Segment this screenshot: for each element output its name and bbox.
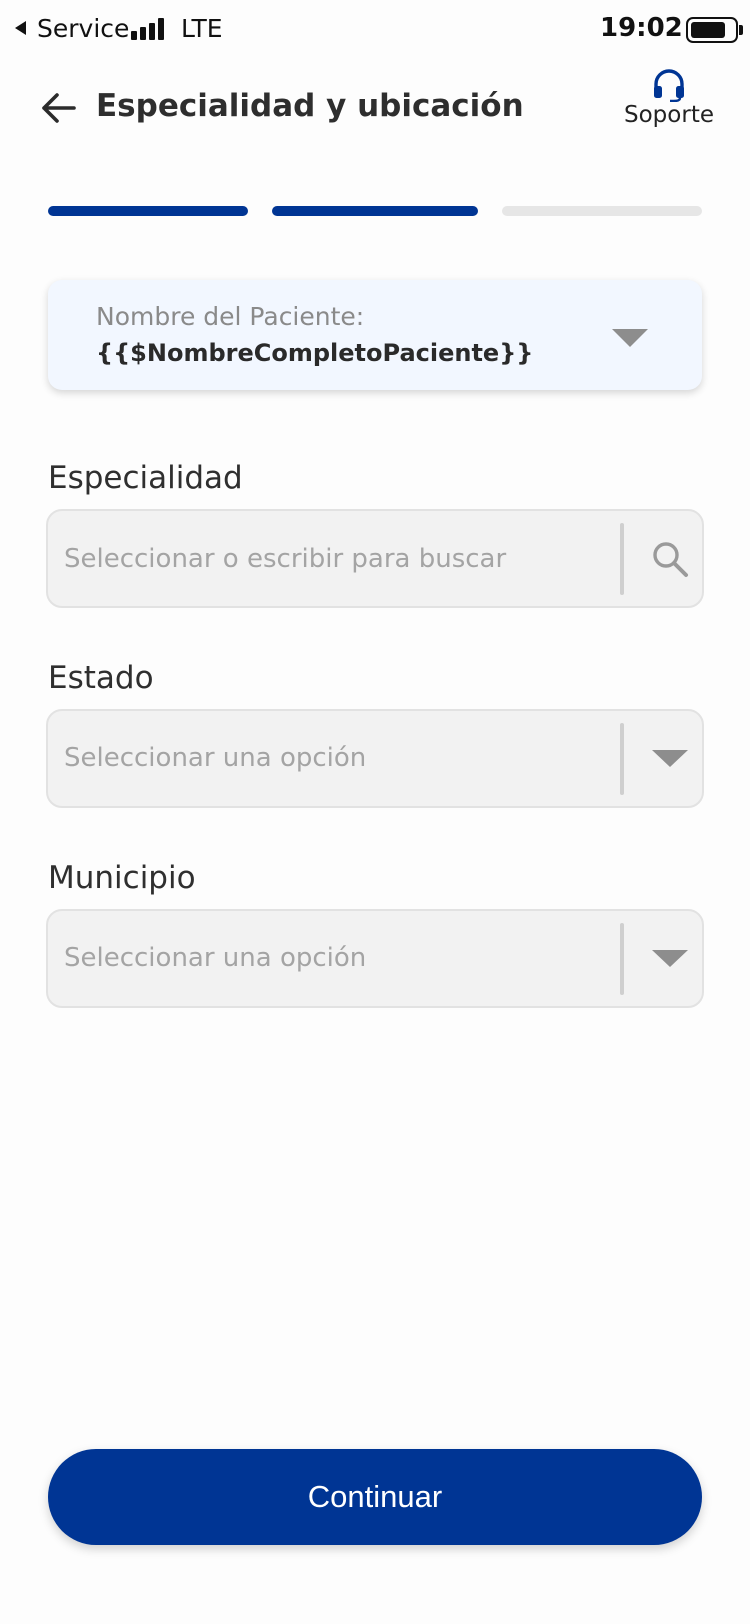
progress-step-1: [48, 206, 248, 216]
field-divider: [620, 523, 624, 595]
progress-step-2: [272, 206, 478, 216]
continue-label: Continuar: [307, 1479, 443, 1514]
estado-label: Estado: [48, 660, 154, 696]
progress-step-3: [502, 206, 702, 216]
patient-selector[interactable]: Nombre del Paciente: {{$NombreCompletoPa…: [48, 280, 702, 390]
headset-icon: [654, 69, 684, 102]
search-button[interactable]: [638, 511, 702, 606]
continue-button[interactable]: Continuar: [48, 1449, 702, 1545]
patient-name: {{$NombreCompletoPaciente}}: [96, 339, 534, 367]
estado-dropdown-toggle[interactable]: [638, 711, 702, 806]
support-label: Soporte: [624, 102, 714, 128]
page-title: Especialidad y ubicación: [96, 88, 524, 124]
support-button[interactable]: Soporte: [614, 68, 724, 136]
municipio-select[interactable]: Seleccionar una opción: [46, 909, 704, 1008]
municipio-value: Seleccionar una opción: [64, 943, 367, 973]
clock: 19:02: [600, 13, 683, 43]
municipio-dropdown-toggle[interactable]: [638, 911, 702, 1006]
search-icon: [653, 541, 688, 577]
network-type: LTE: [181, 14, 223, 43]
especialidad-field[interactable]: [46, 509, 704, 608]
arrow-left-icon: [42, 93, 76, 123]
chevron-down-icon: [612, 329, 648, 347]
chevron-down-icon: [652, 950, 688, 967]
municipio-label: Municipio: [48, 860, 196, 896]
progress-stepper: [48, 206, 702, 216]
signal-icon: [131, 18, 167, 40]
status-bar: Service LTE 19:02: [0, 0, 750, 60]
field-divider: [620, 723, 624, 795]
battery-cap: [739, 25, 743, 35]
battery-icon: [686, 17, 738, 43]
back-button[interactable]: [36, 86, 80, 130]
status-back-icon[interactable]: [15, 21, 26, 35]
patient-label: Nombre del Paciente:: [96, 302, 365, 331]
estado-value: Seleccionar una opción: [64, 743, 367, 773]
chevron-down-icon: [652, 750, 688, 767]
carrier-name: Service: [37, 14, 130, 43]
field-divider: [620, 923, 624, 995]
screen: Service LTE 19:02 Especialidad y ubicaci…: [0, 0, 750, 1624]
especialidad-label: Especialidad: [48, 460, 243, 496]
estado-select[interactable]: Seleccionar una opción: [46, 709, 704, 808]
especialidad-input[interactable]: [64, 511, 604, 606]
